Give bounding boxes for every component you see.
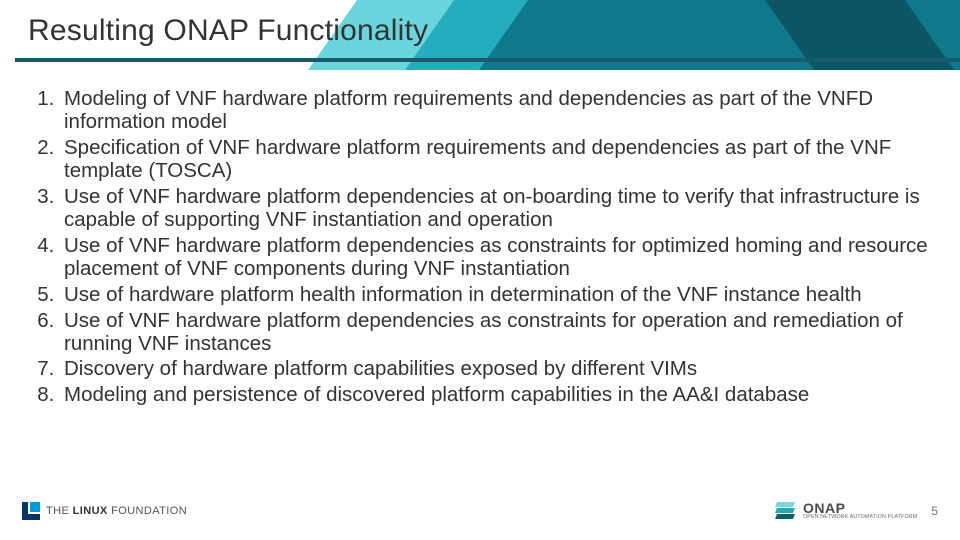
list-item: Discovery of hardware platform capabilit… xyxy=(60,358,932,381)
list-item: Modeling of VNF hardware platform requir… xyxy=(60,88,932,134)
linux-foundation-logo: THE LINUX FOUNDATION xyxy=(22,502,187,520)
slide-body: Modeling of VNF hardware platform requir… xyxy=(20,88,932,410)
slide-title: Resulting ONAP Functionality xyxy=(28,14,428,48)
onap-logo: ONAP OPEN NETWORK AUTOMATION PLATFORM xyxy=(773,501,917,520)
onap-mark-icon xyxy=(773,502,797,520)
list-item: Use of VNF hardware platform dependencie… xyxy=(60,310,932,356)
list-item: Use of hardware platform health informat… xyxy=(60,284,932,307)
lf-mark-icon xyxy=(22,502,40,520)
points-list: Modeling of VNF hardware platform requir… xyxy=(20,88,932,407)
lf-text: THE LINUX FOUNDATION xyxy=(46,505,187,517)
page-number: 5 xyxy=(931,504,938,518)
list-item: Modeling and persistence of discovered p… xyxy=(60,384,932,407)
footer: THE LINUX FOUNDATION ONAP OPEN NETWORK A… xyxy=(22,496,938,526)
lf-foundation: FOUNDATION xyxy=(111,505,187,517)
list-item: Specification of VNF hardware platform r… xyxy=(60,137,932,183)
lf-linux: LINUX xyxy=(73,505,108,517)
lf-the: THE xyxy=(46,505,69,517)
onap-main: ONAP xyxy=(803,501,917,515)
list-item: Use of VNF hardware platform dependencie… xyxy=(60,235,932,281)
footer-right: ONAP OPEN NETWORK AUTOMATION PLATFORM 5 xyxy=(773,501,938,520)
onap-sub: OPEN NETWORK AUTOMATION PLATFORM xyxy=(803,515,917,520)
slide: Resulting ONAP Functionality Modeling of… xyxy=(0,0,960,540)
list-item: Use of VNF hardware platform dependencie… xyxy=(60,186,932,232)
